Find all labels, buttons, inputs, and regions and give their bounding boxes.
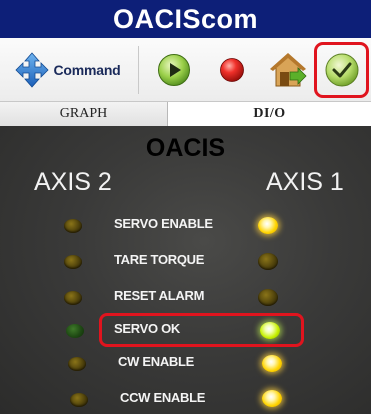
window-title: OACIScom — [112, 3, 259, 34]
axis-1-led — [262, 390, 282, 407]
axis-2-led — [70, 393, 88, 407]
axis-2-led — [64, 219, 82, 233]
toolbar: Command — [0, 38, 371, 102]
signal-row: SERVO ENABLE — [0, 211, 371, 241]
io-panel: OACIS AXIS 2 AXIS 1 SERVO ENABLE TARE TO… — [0, 126, 371, 414]
stop-button[interactable] — [212, 50, 252, 90]
signal-label: CW ENABLE — [118, 354, 195, 369]
command-label: Command — [53, 62, 121, 78]
signal-row: CW ENABLE — [0, 349, 371, 379]
tab-graph[interactable]: GRAPH — [0, 102, 168, 126]
axis-1-led — [258, 289, 278, 306]
toolbar-separator — [138, 46, 139, 94]
axis-1-led — [262, 355, 282, 372]
signal-label: RESET ALARM — [114, 288, 205, 303]
record-stop-icon — [220, 58, 244, 82]
axis-2-led — [66, 324, 84, 338]
axis-2-led — [64, 255, 82, 269]
home-arrow-icon — [270, 53, 307, 87]
servo-ok-highlight — [99, 313, 304, 347]
command-button[interactable]: Command — [6, 50, 130, 90]
move-arrows-icon — [15, 52, 50, 88]
axis-1-led — [258, 253, 278, 270]
confirm-button-highlight — [314, 42, 369, 98]
signal-label: TARE TORQUE — [114, 252, 205, 267]
signal-row: RESET ALARM — [0, 283, 371, 313]
panel-title: OACIS — [145, 134, 226, 162]
axis-2-led — [68, 357, 86, 371]
tab-dio[interactable]: DI/O — [168, 102, 371, 126]
axis-1-led — [258, 217, 278, 234]
play-icon — [158, 54, 190, 86]
signal-row: TARE TORQUE — [0, 247, 371, 277]
axis-2-led — [64, 291, 82, 305]
axis-1-heading: AXIS 1 — [266, 168, 344, 196]
signal-row: CCW ENABLE — [0, 383, 371, 413]
home-button[interactable] — [266, 48, 310, 92]
tab-bar: GRAPH DI/O — [0, 102, 371, 126]
signal-label: CCW ENABLE — [120, 390, 206, 405]
axis-2-heading: AXIS 2 — [34, 168, 112, 196]
signal-label: SERVO ENABLE — [114, 216, 213, 231]
title-bar: OACIScom — [0, 0, 371, 38]
play-button[interactable] — [154, 50, 194, 90]
